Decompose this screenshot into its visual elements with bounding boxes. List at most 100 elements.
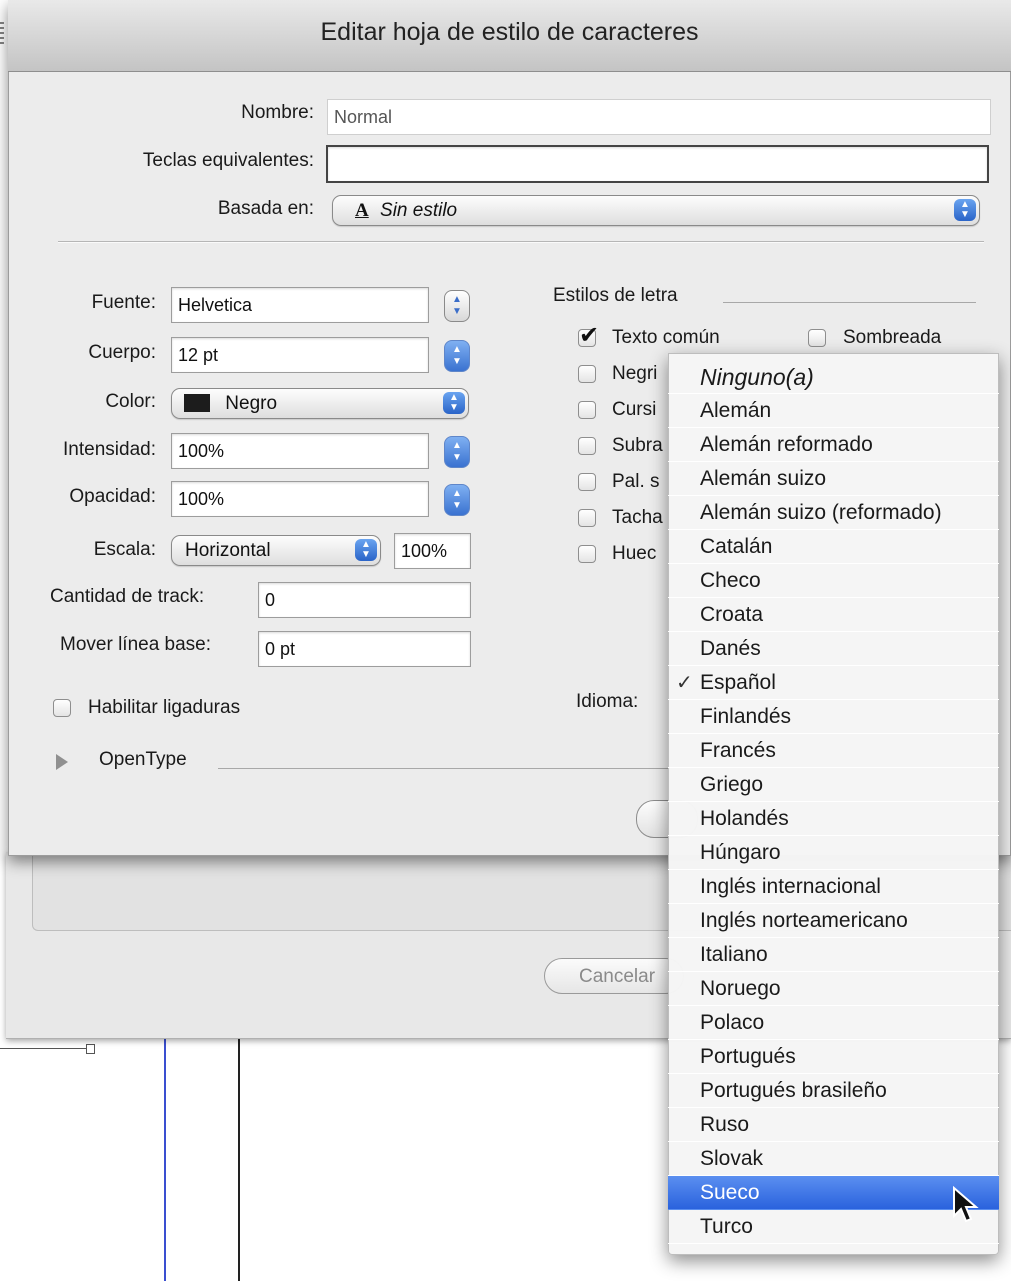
language-option-label: Italiano: [700, 943, 768, 966]
language-option-portugues-brasileno[interactable]: Portugués brasileño: [668, 1074, 999, 1108]
language-option-noruego[interactable]: Noruego: [668, 972, 999, 1006]
fuente-stepper[interactable]: ▲ ▼: [444, 290, 470, 322]
style-checkbox-texto-comun[interactable]: [578, 321, 599, 350]
language-option-frances[interactable]: Francés: [668, 734, 999, 768]
escala-percent-field[interactable]: 100%: [394, 533, 471, 569]
popup-arrows-icon: ▲ ▼: [443, 392, 465, 414]
cancel-button[interactable]: Cancelar: [544, 958, 684, 994]
language-option-aleman-reformado[interactable]: Alemán reformado: [668, 428, 999, 462]
basada-label: Basada en:: [217, 198, 314, 219]
opacidad-field[interactable]: 100%: [171, 481, 429, 517]
language-option-turco[interactable]: Turco: [668, 1210, 999, 1244]
fuente-field[interactable]: Helvetica: [171, 287, 429, 323]
basada-value: Sin estilo: [380, 200, 458, 221]
language-option-polaco[interactable]: Polaco: [668, 1006, 999, 1040]
language-option-label: Finlandés: [700, 705, 792, 728]
language-option-label: Catalán: [700, 535, 773, 558]
style-checkbox-hueca[interactable]: [578, 545, 596, 563]
language-option-label: Ruso: [700, 1113, 750, 1136]
color-label: Color:: [105, 391, 156, 412]
language-option-label: Portugués: [700, 1045, 796, 1068]
style-label-sombreada: Sombreada: [843, 327, 942, 348]
language-option-portugues[interactable]: Portugués: [668, 1040, 999, 1074]
intensidad-stepper[interactable]: ▲ ▼: [444, 436, 470, 468]
style-checkbox-negrita[interactable]: [578, 365, 596, 383]
language-option-label: Noruego: [700, 977, 781, 1000]
language-option-label: Croata: [700, 603, 764, 626]
language-option-label: Español: [700, 671, 776, 694]
language-option-ninguno-a[interactable]: Ninguno(a): [668, 360, 999, 394]
color-swatch: [184, 394, 210, 412]
language-option-label: Inglés norteamericano: [700, 909, 908, 932]
style-checkbox-sombreada[interactable]: [808, 329, 826, 347]
popup-arrows-icon: ▲ ▼: [954, 199, 976, 221]
language-option-aleman-suizo[interactable]: Alemán suizo: [668, 462, 999, 496]
style-checkbox-subrayada[interactable]: [578, 437, 596, 455]
language-option-ruso[interactable]: Ruso: [668, 1108, 999, 1142]
style-checkbox-tachada[interactable]: [578, 509, 596, 527]
linea-base-label: Mover línea base:: [60, 634, 212, 655]
language-option-label: Turco: [700, 1215, 753, 1238]
escala-value: Horizontal: [185, 540, 271, 561]
style-checkbox-cursiva[interactable]: [578, 401, 596, 419]
style-label-hueca: Huec: [612, 543, 657, 564]
escala-popup[interactable]: Horizontal ▲ ▼: [171, 535, 381, 566]
intensidad-label: Intensidad:: [63, 439, 156, 460]
opentype-label: OpenType: [99, 749, 187, 770]
basada-popup[interactable]: A Sin estilo ▲ ▼: [332, 195, 980, 226]
language-option-label: Sueco: [700, 1181, 760, 1204]
crop-mark-handle: [86, 1044, 95, 1054]
language-option-checo[interactable]: Checo: [668, 564, 999, 598]
language-option-finlandes[interactable]: Finlandés: [668, 700, 999, 734]
language-option-hungaro[interactable]: Húngaro: [668, 836, 999, 870]
style-checkbox-palabras[interactable]: [578, 473, 596, 491]
language-option-label: Polaco: [700, 1011, 765, 1034]
intensidad-field[interactable]: 100%: [171, 433, 429, 469]
language-option-aleman[interactable]: Alemán: [668, 394, 999, 428]
ligaduras-checkbox[interactable]: [53, 699, 71, 717]
style-label-tachada: Tacha: [612, 507, 663, 528]
language-option-label: Alemán: [700, 399, 772, 422]
color-value: Negro: [225, 393, 278, 414]
language-option-ingles-internacional[interactable]: Inglés internacional: [668, 870, 999, 904]
idioma-label: Idioma:: [576, 691, 639, 712]
color-popup[interactable]: Negro ▲ ▼: [171, 388, 469, 419]
style-label-subrayada: Subra: [612, 435, 663, 456]
language-option-espanol[interactable]: ✓ Español: [668, 666, 999, 700]
track-field[interactable]: 0: [258, 582, 471, 618]
style-label-cursiva: Cursi: [612, 399, 657, 420]
linea-base-field[interactable]: 0 pt: [258, 631, 471, 667]
language-option-label: Alemán reformado: [700, 433, 873, 456]
language-option-griego[interactable]: Griego: [668, 768, 999, 802]
estilos-title: Estilos de letra: [553, 285, 678, 306]
language-option-label: Alemán suizo: [700, 467, 827, 490]
cuerpo-field[interactable]: 12 pt: [171, 337, 429, 373]
teclas-field[interactable]: [326, 145, 989, 183]
opacidad-stepper[interactable]: ▲ ▼: [444, 484, 470, 516]
ligaduras-label: Habilitar ligaduras: [88, 697, 241, 718]
language-option-label: Inglés internacional: [700, 875, 881, 898]
language-option-label: Holandés: [700, 807, 789, 830]
disclosure-triangle-icon[interactable]: [56, 754, 68, 770]
language-option-slovak[interactable]: Slovak: [668, 1142, 999, 1176]
nombre-field[interactable]: Normal: [327, 99, 991, 135]
cuerpo-label: Cuerpo:: [88, 342, 156, 363]
language-option-aleman-suizo-reformado[interactable]: Alemán suizo (reformado): [668, 496, 999, 530]
language-option-ingles-norteamericano[interactable]: Inglés norteamericano: [668, 904, 999, 938]
language-option-holandes[interactable]: Holandés: [668, 802, 999, 836]
escala-label: Escala:: [93, 539, 156, 560]
language-option-sueco[interactable]: Sueco: [668, 1176, 999, 1210]
language-option-label: Danés: [700, 637, 761, 660]
language-option-label: Francés: [700, 739, 776, 762]
cuerpo-stepper[interactable]: ▲ ▼: [444, 340, 470, 372]
language-option-croata[interactable]: Croata: [668, 598, 999, 632]
language-option-danes[interactable]: Danés: [668, 632, 999, 666]
language-option-catalan[interactable]: Catalán: [668, 530, 999, 564]
language-option-label: Checo: [700, 569, 761, 592]
nombre-label: Nombre:: [241, 102, 314, 123]
fuente-label: Fuente:: [91, 292, 156, 313]
style-label-texto-comun: Texto común: [612, 327, 720, 348]
track-label: Cantidad de track:: [50, 586, 205, 607]
language-option-italiano[interactable]: Italiano: [668, 938, 999, 972]
language-option-label: Ninguno(a): [700, 364, 814, 390]
